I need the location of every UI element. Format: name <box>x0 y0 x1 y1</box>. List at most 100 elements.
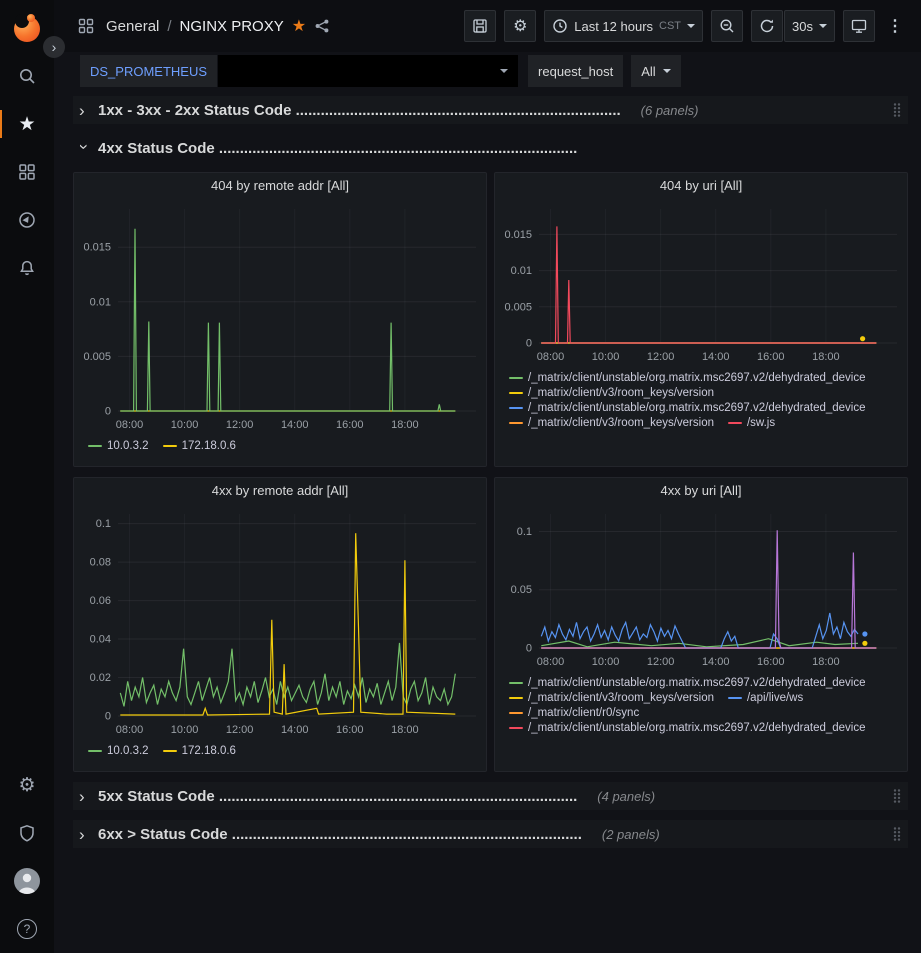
legend-item[interactable]: /_matrix/client/v3/room_keys/version <box>509 387 714 399</box>
legend-item[interactable]: /sw.js <box>728 417 775 429</box>
row-4xx[interactable]: › 4xx Status Code ......................… <box>73 134 908 162</box>
refresh-button[interactable] <box>751 10 783 42</box>
legend-item[interactable]: /_matrix/client/v3/room_keys/version <box>509 692 714 704</box>
timeseries-chart[interactable]: 08:0010:0012:0014:0016:0018:0000.0050.01… <box>495 199 907 365</box>
breadcrumb-section[interactable]: General <box>106 18 159 35</box>
svg-text:0.1: 0.1 <box>517 526 532 538</box>
favorite-star-icon[interactable]: ★ <box>292 16 306 36</box>
sidebar-item-profile[interactable] <box>0 857 54 905</box>
refresh-interval-picker[interactable]: 30s <box>784 10 835 42</box>
timeseries-chart[interactable]: 08:0010:0012:0014:0016:0018:0000.0050.01… <box>74 199 486 433</box>
panel-title[interactable]: 404 by remote addr [All] <box>74 173 486 199</box>
row-1xx-3xx-2xx[interactable]: › 1xx - 3xx - 2xx Status Code ..........… <box>73 96 908 124</box>
panel-row-1: 404 by remote addr [All] 08:0010:0012:00… <box>73 172 908 467</box>
svg-text:0.015: 0.015 <box>504 229 532 241</box>
sidebar-item-help[interactable]: ? <box>0 905 54 953</box>
timeseries-chart[interactable]: 08:0010:0012:0014:0016:0018:0000.020.040… <box>74 504 486 738</box>
datasource-variable-label[interactable]: DS_PROMETHEUS <box>80 55 217 87</box>
compass-icon <box>18 211 36 229</box>
legend-item[interactable]: /_matrix/client/v3/room_keys/version <box>509 417 714 429</box>
row-6xx[interactable]: › 6xx > Status Code ....................… <box>73 820 908 848</box>
svg-text:08:00: 08:00 <box>537 351 565 363</box>
sidebar-item-server-admin[interactable] <box>0 809 54 857</box>
chart-legend: 10.0.3.2 172.18.0.6 <box>74 738 486 771</box>
svg-text:16:00: 16:00 <box>757 656 785 668</box>
svg-text:12:00: 12:00 <box>226 419 254 431</box>
chart-legend: /_matrix/client/unstable/org.matrix.msc2… <box>495 670 907 771</box>
sidebar-item-alerting[interactable] <box>0 244 54 292</box>
timeseries-chart[interactable]: 08:0010:0012:0014:0016:0018:0000.050.1 <box>495 504 907 670</box>
svg-text:0.01: 0.01 <box>90 296 111 308</box>
svg-text:0.01: 0.01 <box>511 265 532 277</box>
row-title: 4xx Status Code ........................… <box>98 140 577 157</box>
avatar <box>14 868 40 894</box>
share-icon[interactable] <box>314 18 330 34</box>
dashboard-title[interactable]: NGINX PROXY <box>180 18 284 35</box>
refresh-button-group: 30s <box>751 10 835 42</box>
sidebar-item-search[interactable] <box>0 52 54 100</box>
drag-handle-icon[interactable] <box>892 102 902 118</box>
legend-item[interactable]: 172.18.0.6 <box>163 745 236 757</box>
svg-text:08:00: 08:00 <box>116 724 144 736</box>
sidebar-item-configuration[interactable]: ⚙ <box>0 761 54 809</box>
svg-text:0: 0 <box>105 406 111 418</box>
svg-text:0.06: 0.06 <box>90 595 111 607</box>
refresh-icon <box>759 18 775 34</box>
svg-text:10:00: 10:00 <box>171 419 199 431</box>
more-options-button[interactable]: ⋮ <box>883 10 907 42</box>
drag-handle-icon[interactable] <box>892 826 902 842</box>
legend-item[interactable]: /_matrix/client/unstable/org.matrix.msc2… <box>509 372 866 384</box>
datasource-variable-select[interactable] <box>218 55 518 87</box>
sidebar-item-starred[interactable]: ★ <box>0 100 54 148</box>
svg-text:08:00: 08:00 <box>116 419 144 431</box>
row-5xx[interactable]: › 5xx Status Code ......................… <box>73 782 908 810</box>
panel-title[interactable]: 4xx by uri [All] <box>495 478 907 504</box>
request-host-variable-label[interactable]: request_host <box>528 55 623 87</box>
svg-text:0: 0 <box>105 711 111 723</box>
row-panel-count: (4 panels) <box>597 789 655 804</box>
legend-item[interactable]: 10.0.3.2 <box>88 440 149 452</box>
time-range-picker[interactable]: Last 12 hours CST <box>544 10 703 42</box>
legend-item[interactable]: /_matrix/client/unstable/org.matrix.msc2… <box>509 677 866 689</box>
chevron-right-icon: › <box>79 826 90 843</box>
time-range-label: Last 12 hours <box>574 19 653 34</box>
svg-text:14:00: 14:00 <box>281 724 309 736</box>
row-panel-count: (2 panels) <box>602 827 660 842</box>
svg-text:10:00: 10:00 <box>171 724 199 736</box>
sidebar-item-explore[interactable] <box>0 196 54 244</box>
chart-legend: 10.0.3.2 172.18.0.6 <box>74 433 486 466</box>
kebab-menu-icon: ⋮ <box>887 16 903 36</box>
grafana-logo-icon[interactable] <box>8 8 46 46</box>
panel-title[interactable]: 4xx by remote addr [All] <box>74 478 486 504</box>
legend-item[interactable]: 172.18.0.6 <box>163 440 236 452</box>
request-host-variable-select[interactable]: All <box>631 55 680 87</box>
save-dashboard-button[interactable] <box>464 10 496 42</box>
svg-text:0.05: 0.05 <box>511 584 532 596</box>
panel-404-by-remote-addr: 404 by remote addr [All] 08:00 10:00 12:00… <box>73 172 487 467</box>
svg-text:18:00: 18:00 <box>391 724 419 736</box>
zoom-out-time-button[interactable] <box>711 10 743 42</box>
help-icon: ? <box>17 919 37 939</box>
cycle-view-mode-button[interactable] <box>843 10 875 42</box>
dashboards-grid-icon <box>18 163 36 181</box>
panel-title[interactable]: 404 by uri [All] <box>495 173 907 199</box>
request-host-variable-value: All <box>641 64 655 79</box>
legend-item[interactable]: /_matrix/client/r0/sync <box>509 707 639 719</box>
dashboard-settings-button[interactable]: ⚙ <box>504 10 536 42</box>
svg-text:14:00: 14:00 <box>281 419 309 431</box>
drag-handle-icon[interactable] <box>892 788 902 804</box>
svg-text:18:00: 18:00 <box>812 351 840 363</box>
svg-text:08:00: 08:00 <box>537 656 565 668</box>
chevron-down-icon <box>819 24 827 28</box>
panel-row-2: 4xx by remote addr [All] 08:0010:0012:00… <box>73 477 908 772</box>
legend-item[interactable]: /api/live/ws <box>728 692 803 704</box>
sidebar-item-dashboards[interactable] <box>0 148 54 196</box>
chart-legend: /_matrix/client/unstable/org.matrix.msc2… <box>495 365 907 466</box>
shield-icon <box>18 824 36 842</box>
svg-text:18:00: 18:00 <box>812 656 840 668</box>
svg-text:14:00: 14:00 <box>702 351 730 363</box>
legend-item[interactable]: /_matrix/client/unstable/org.matrix.msc2… <box>509 722 866 734</box>
bell-icon <box>18 259 36 277</box>
legend-item[interactable]: /_matrix/client/unstable/org.matrix.msc2… <box>509 402 866 414</box>
legend-item[interactable]: 10.0.3.2 <box>88 745 149 757</box>
